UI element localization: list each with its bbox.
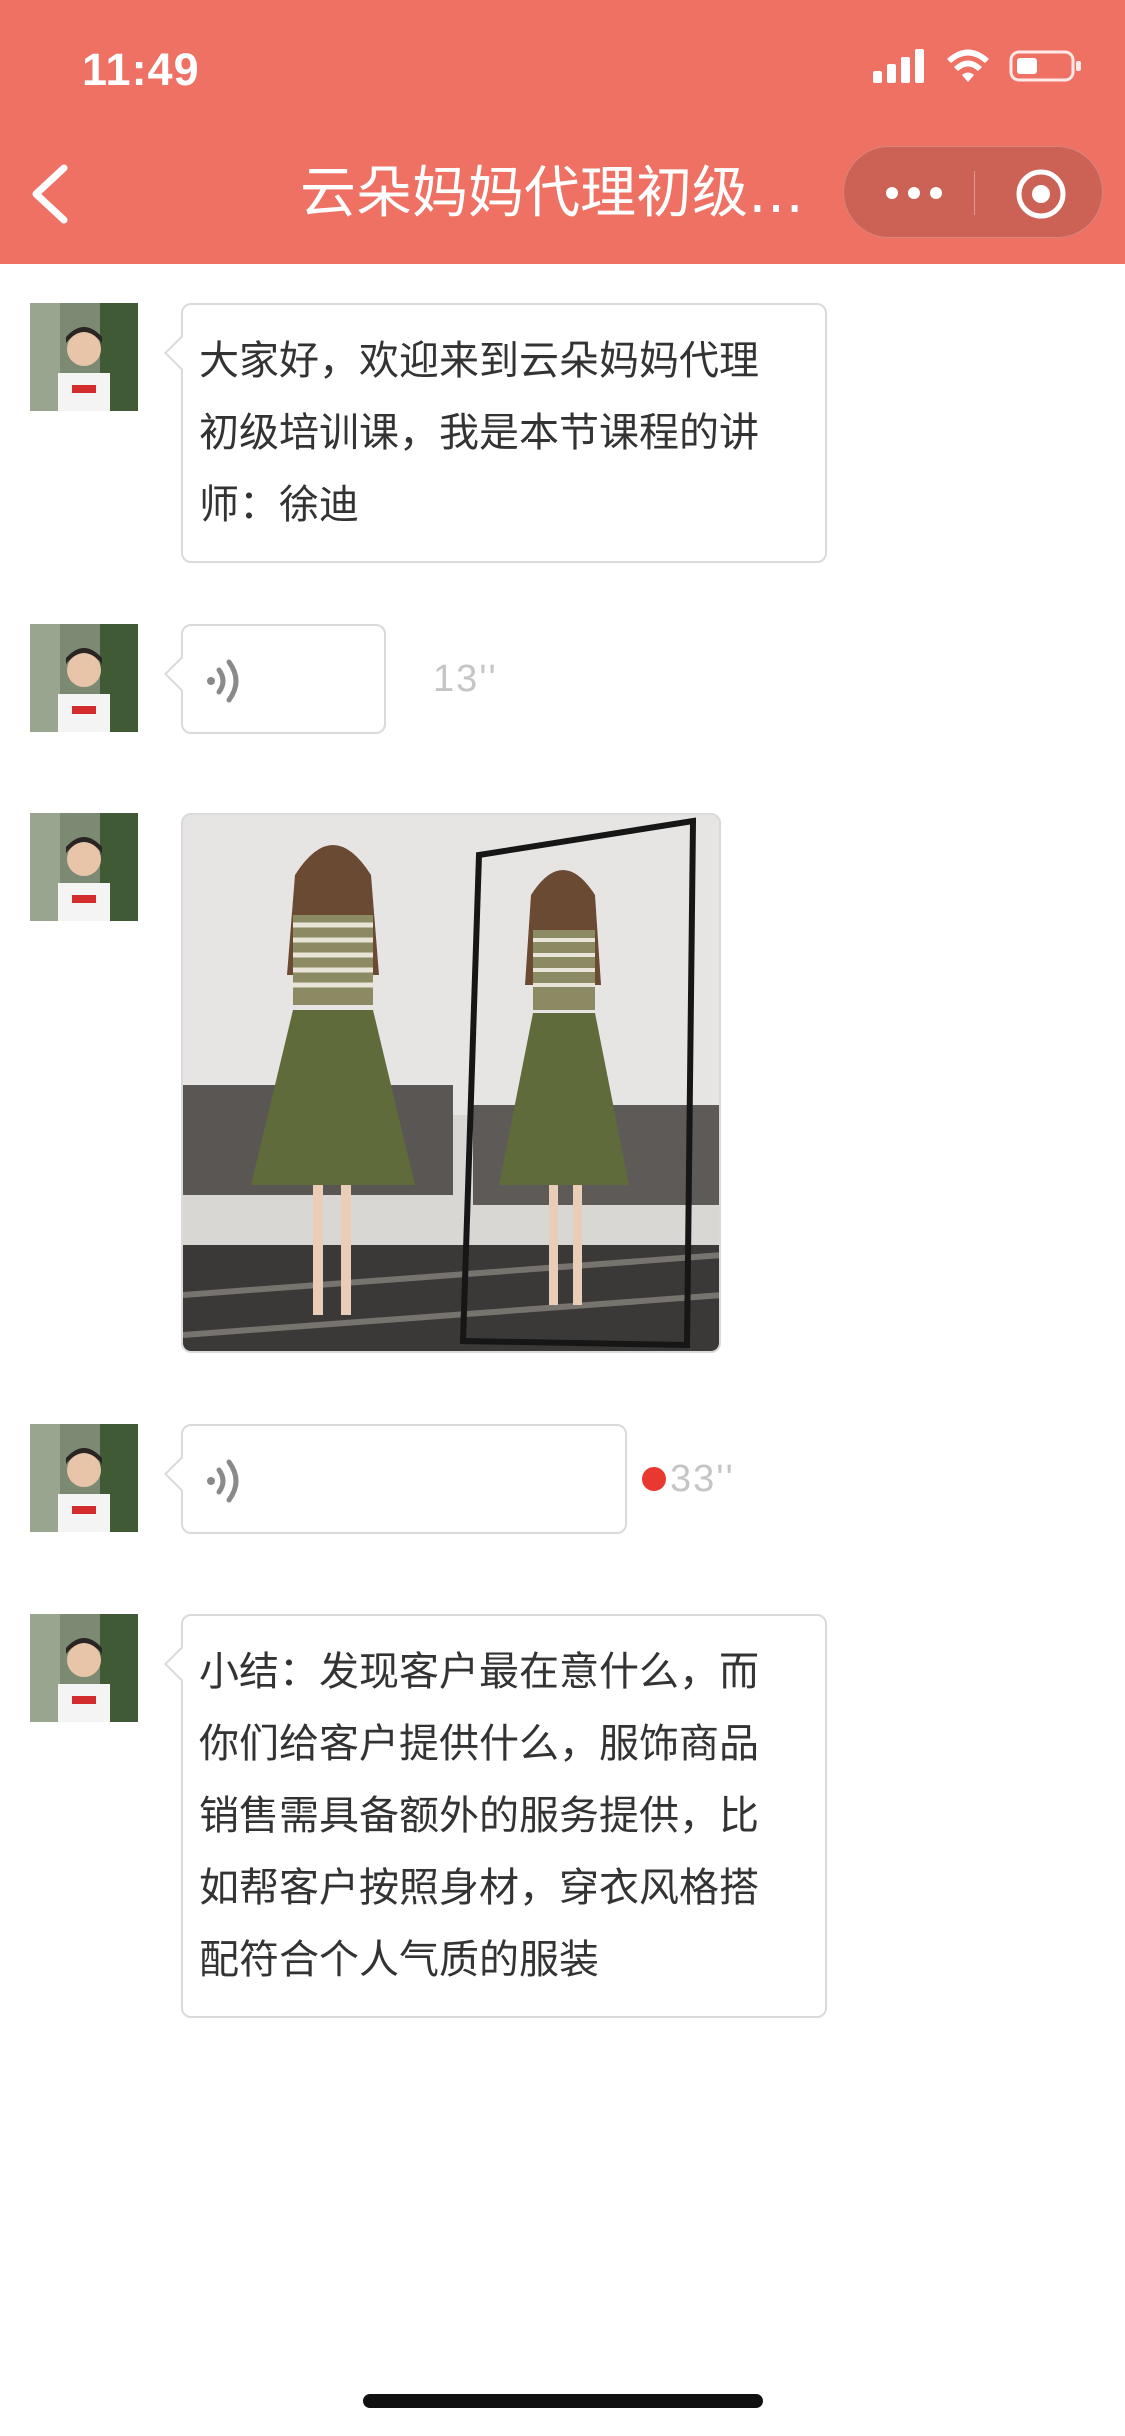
voice-duration: 33'' <box>670 1458 735 1500</box>
text-message-bubble[interactable]: 小结：发现客户最在意什么，而 你们给客户提供什么，服饰商品 销售需具备额外的服务… <box>181 1614 827 2018</box>
voice-duration: 13'' <box>433 658 498 700</box>
page-title: 云朵妈妈代理初级… <box>300 161 804 226</box>
back-chevron-icon[interactable] <box>22 158 78 230</box>
avatar[interactable] <box>30 303 138 411</box>
status-time: 11:49 <box>82 44 200 95</box>
voice-waves-icon <box>207 659 239 703</box>
avatar[interactable] <box>30 1614 138 1722</box>
voice-waves-icon <box>207 1459 239 1503</box>
message-line: 大家好，欢迎来到云朵妈妈代理 <box>199 338 759 384</box>
avatar[interactable] <box>30 813 138 921</box>
message-line: 小结：发现客户最在意什么，而 <box>199 1649 759 1695</box>
unread-dot <box>642 1467 666 1491</box>
capsule-divider <box>974 171 975 215</box>
image-message[interactable] <box>181 813 721 1353</box>
wifi-icon <box>947 49 989 82</box>
status-icons <box>873 48 1083 84</box>
battery-icon <box>1009 50 1081 82</box>
message-line: 销售需具备额外的服务提供，比 <box>199 1793 759 1839</box>
mini-program-capsule <box>843 146 1103 238</box>
message-line: 你们给客户提供什么，服饰商品 <box>199 1721 759 1767</box>
product-photo <box>183 815 719 1351</box>
avatar[interactable] <box>30 1424 138 1532</box>
message-line: 如帮客户按照身材，穿衣风格搭 <box>199 1865 759 1911</box>
home-indicator[interactable] <box>363 2394 763 2408</box>
voice-message-bubble[interactable] <box>181 1424 627 1534</box>
message-line: 师：徐迪 <box>199 482 359 528</box>
signal-icon <box>873 49 924 83</box>
header-bar: 11:49 云朵妈妈代理初级… <box>0 0 1125 264</box>
text-message-bubble[interactable]: 大家好，欢迎来到云朵妈妈代理 初级培训课，我是本节课程的讲 师：徐迪 <box>181 303 827 563</box>
more-dots-icon[interactable] <box>884 179 944 207</box>
avatar[interactable] <box>30 624 138 732</box>
message-line: 配符合个人气质的服装 <box>199 1937 599 1983</box>
target-icon[interactable] <box>1014 167 1068 221</box>
voice-message-bubble[interactable] <box>181 624 386 734</box>
message-line: 初级培训课，我是本节课程的讲 <box>199 410 759 456</box>
